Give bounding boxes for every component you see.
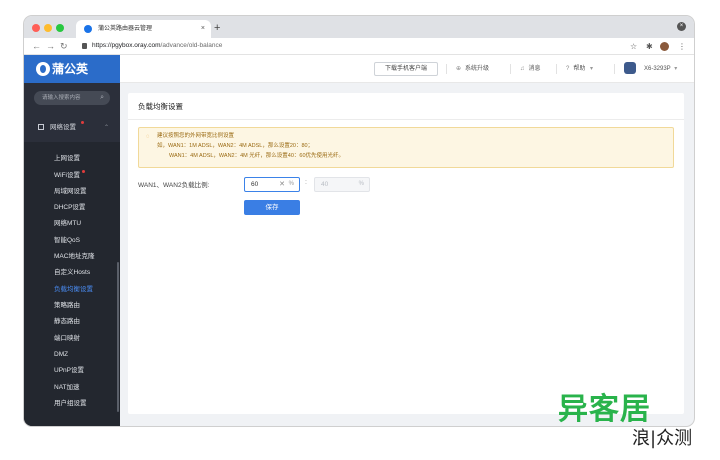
extensions-icon[interactable]: ✱ (646, 41, 653, 52)
chevron-up-icon[interactable]: ⌃ (104, 123, 109, 133)
new-tab-button[interactable]: + (214, 20, 220, 36)
router-device-icon (624, 62, 636, 74)
title-divider (128, 119, 684, 120)
notice-line-1: 建议按照您的外网带宽比例设置 (157, 133, 235, 139)
browser-toolbar: ← → ↻ https://pgybox.oray.com/advance/ol… (24, 38, 694, 55)
sidebar-item-internet[interactable]: 上网设置 (54, 154, 80, 164)
upgrade-label: 系统升级 (465, 66, 490, 72)
page-title: 负载均衡设置 (138, 102, 183, 111)
sidebar-group-network[interactable]: 网络设置 ⌃ (38, 121, 109, 133)
wan2-value: 40 (321, 181, 329, 188)
window-minimize-dot[interactable] (44, 24, 52, 32)
window-close-dot[interactable] (32, 24, 40, 32)
notice-line-2: 如，WAN1：1M ADSL，WAN2：4M ADSL，那么设置20：80； (157, 143, 314, 149)
logo-mark-icon (36, 62, 50, 76)
notice-line-3: WAN1：4M ADSL，WAN2：4M 光纤，那么设置40：60优先使用光纤。 (169, 153, 345, 159)
sidebar-item-wifi[interactable]: WiFi设置 (54, 170, 85, 181)
tab-strip: 蒲公英路由器云管理 × + × (24, 16, 694, 38)
system-upgrade-link[interactable]: ⊕ 系统升级 (456, 64, 489, 74)
help-icon: ? (566, 66, 570, 72)
sidebar-scrollbar[interactable] (117, 262, 119, 412)
url-path: /advance/old-balance (160, 42, 223, 49)
notification-dot (82, 170, 85, 173)
close-icon[interactable]: × (677, 22, 686, 31)
profile-avatar[interactable] (660, 42, 669, 51)
window-zoom-dot[interactable] (56, 24, 64, 32)
save-button[interactable]: 保存 (244, 200, 300, 215)
ratio-label: WAN1、WAN2负载比例: (138, 182, 210, 189)
main-panel: 负载均衡设置 ◌ 建议按照您的外网带宽比例设置 如，WAN1：1M ADSL，W… (128, 93, 684, 414)
tab-close-icon[interactable]: × (201, 20, 205, 38)
ratio-colon: : (305, 179, 307, 186)
sidebar-item-label: WiFi设置 (54, 172, 80, 179)
sidebar-item-user-groups[interactable]: 用户组设置 (54, 399, 87, 409)
info-icon: ◌ (146, 134, 150, 140)
wan1-ratio-input[interactable]: 60 ✕ % (244, 177, 300, 192)
group-label: 网络设置 (50, 124, 76, 131)
notification-dot (81, 121, 84, 124)
app-header: 蒲公英 下载手机客户端 ⊕ 系统升级 ♫ 消息 ? 帮助 ▾ X6-3293P ▾ (24, 55, 694, 83)
sidebar-item-upnp[interactable]: UPnP设置 (54, 366, 84, 376)
search-icon[interactable]: ⌕ (100, 91, 104, 105)
bookmark-star-icon[interactable]: ☆ (630, 41, 637, 52)
sidebar-item-dmz[interactable]: DMZ (54, 350, 68, 360)
download-app-button[interactable]: 下载手机客户端 (374, 62, 438, 76)
sidebar-item-static-route[interactable]: 静态路由 (54, 317, 80, 327)
help-menu[interactable]: ? 帮助 ▾ (566, 64, 593, 74)
sidebar-item-nat[interactable]: NAT加速 (54, 383, 80, 393)
tab-title: 蒲公英路由器云管理 (98, 26, 153, 32)
watermark-logo: 异客居 (558, 392, 651, 427)
logo-text: 蒲公英 (52, 62, 89, 76)
chevron-down-icon: ▾ (674, 66, 678, 72)
sidebar-submenu: 上网设置 WiFi设置 局域网设置 DHCP设置 网络MTU 智能QoS MAC… (24, 142, 120, 426)
sidebar-item-dhcp[interactable]: DHCP设置 (54, 203, 85, 213)
lock-icon (82, 43, 87, 49)
sidebar-item-load-balance[interactable]: 负载均衡设置 (54, 285, 93, 295)
wan2-ratio-input[interactable]: 40 % (314, 177, 370, 192)
browser-window: 蒲公英路由器云管理 × + × ← → ↻ https://pgybox.ora… (24, 16, 694, 426)
bell-icon: ♫ (520, 66, 525, 72)
device-selector[interactable]: X6-3293P ▾ (644, 64, 677, 74)
forward-icon[interactable]: → (46, 40, 55, 52)
help-label: 帮助 (573, 66, 586, 72)
sidebar-item-mac-clone[interactable]: MAC地址克隆 (54, 252, 94, 262)
header-divider (614, 64, 615, 74)
clear-icon[interactable]: ✕ (279, 178, 285, 191)
reload-icon[interactable]: ↻ (60, 40, 68, 52)
lock-icon: ⊕ (456, 66, 462, 72)
menu-kebab-icon[interactable]: ⋮ (678, 41, 686, 52)
favicon-icon (84, 25, 92, 33)
watermark-text: 浪|众测 (632, 428, 693, 449)
chevron-down-icon: ▾ (590, 66, 594, 72)
sidebar-item-port-forward[interactable]: 端口映射 (54, 334, 80, 344)
sidebar-item-mtu[interactable]: 网络MTU (54, 219, 81, 229)
percent-suffix: % (358, 181, 364, 187)
messages-label: 消息 (528, 66, 541, 72)
device-name: X6-3293P (644, 66, 671, 72)
messages-link[interactable]: ♫ 消息 (520, 64, 541, 74)
sidebar-item-lan[interactable]: 局域网设置 (54, 187, 87, 197)
header-divider (446, 64, 447, 74)
tip-notice: ◌ 建议按照您的外网带宽比例设置 如，WAN1：1M ADSL，WAN2：4M … (138, 127, 674, 168)
back-icon[interactable]: ← (32, 40, 41, 52)
percent-suffix: % (288, 181, 294, 187)
address-bar[interactable]: https://pgybox.oray.com/advance/old-bala… (80, 39, 640, 53)
network-icon (38, 124, 44, 130)
header-divider (556, 64, 557, 74)
logo[interactable]: 蒲公英 (24, 55, 120, 83)
sidebar-item-qos[interactable]: 智能QoS (54, 236, 80, 246)
browser-tab[interactable]: 蒲公英路由器云管理 × (76, 20, 211, 38)
url-host: https://pgybox.oray.com (92, 42, 161, 49)
sidebar-search-input[interactable]: 请输入搜索内容 ⌕ (34, 91, 110, 105)
header-divider (510, 64, 511, 74)
sidebar: 请输入搜索内容 ⌕ 网络设置 ⌃ 上网设置 WiFi设置 局域网设置 DHCP设… (24, 83, 120, 426)
sidebar-item-policy-route[interactable]: 策略路由 (54, 301, 80, 311)
wan1-value: 60 (251, 181, 259, 188)
sidebar-item-hosts[interactable]: 自定义Hosts (54, 268, 90, 278)
search-placeholder: 请输入搜索内容 (42, 95, 81, 101)
